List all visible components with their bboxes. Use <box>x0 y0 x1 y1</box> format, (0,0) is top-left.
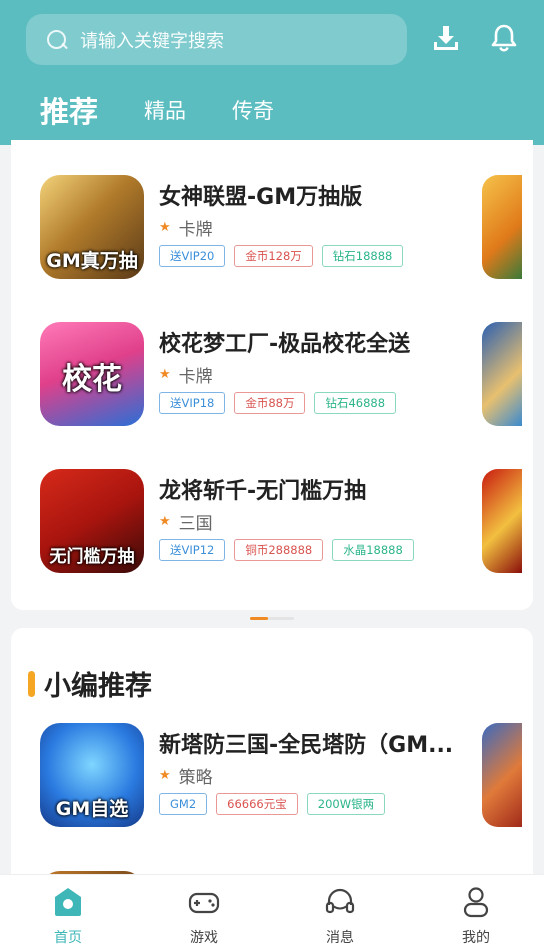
star-icon: ★ <box>159 768 171 783</box>
tag: 200W银两 <box>306 793 386 815</box>
bell-icon[interactable] <box>488 22 520 54</box>
tag: 送VIP18 <box>159 392 226 414</box>
category-tabs: 推荐 精品 传奇 <box>40 90 320 130</box>
tag: 金币88万 <box>234 392 306 414</box>
user-icon <box>463 887 489 918</box>
game-icon: GM真万抽 <box>40 175 144 279</box>
tag: 66666元宝 <box>216 793 298 815</box>
star-icon: ★ <box>159 514 171 529</box>
game-title: 新塔防三国-全民塔防（GM... <box>159 733 454 758</box>
tag: 送VIP12 <box>159 539 226 561</box>
star-icon: ★ <box>159 220 171 235</box>
game-icon: GM自选 <box>40 723 144 827</box>
tag: 水晶18888 <box>332 539 414 561</box>
game-category: ★ 卡牌 <box>159 220 213 240</box>
game-category: ★ 策略 <box>159 768 213 788</box>
page-indicator <box>250 617 294 620</box>
headset-icon <box>325 888 355 914</box>
tab-home[interactable]: 首页 <box>0 875 136 951</box>
search-input[interactable]: 请输入关键字搜索 <box>26 14 407 65</box>
game-item[interactable]: 校花 校花梦工厂-极品校花全送 ★ 卡牌 送VIP18 金币88万 钻石46888 <box>40 322 500 426</box>
next-game-icon[interactable] <box>482 469 522 573</box>
next-game-icon[interactable] <box>482 723 522 827</box>
home-icon <box>55 888 81 916</box>
gamepad-icon <box>188 892 220 914</box>
game-title: 龙将斩千-无门槛万抽 <box>159 479 367 504</box>
search-icon <box>46 29 68 51</box>
tag: 钻石46888 <box>314 392 397 414</box>
next-game-icon[interactable] <box>482 175 522 279</box>
next-game-icon[interactable] <box>482 322 522 426</box>
bottom-tab-bar: 首页 游戏 消息 我的 <box>0 874 544 951</box>
game-category: ★ 卡牌 <box>159 367 213 387</box>
tab-messages[interactable]: 消息 <box>272 875 408 951</box>
tab-games[interactable]: 游戏 <box>136 875 272 951</box>
editor-pick-card: 小编推荐 GM自选 新塔防三国-全民塔防（GM... ★ 策略 GM2 66666… <box>11 628 533 888</box>
game-tags: 送VIP20 金币128万 钻石18888 <box>159 245 412 267</box>
tag: 铜币288888 <box>234 539 324 561</box>
tag: 钻石18888 <box>321 245 404 267</box>
game-item[interactable]: 无门槛万抽 龙将斩千-无门槛万抽 ★ 三国 送VIP12 铜币288888 水晶1… <box>40 469 500 573</box>
header: 请输入关键字搜索 推荐 精品 传奇 <box>0 0 544 145</box>
game-icon: 无门槛万抽 <box>40 469 144 573</box>
tag: 送VIP20 <box>159 245 226 267</box>
tag: 金币128万 <box>234 245 313 267</box>
section-title: 小编推荐 <box>28 664 152 703</box>
game-tags: 送VIP12 铜币288888 水晶18888 <box>159 539 423 561</box>
section-bar <box>28 670 35 697</box>
tab-profile[interactable]: 我的 <box>408 875 544 951</box>
tab-recommend[interactable]: 推荐 <box>40 89 98 131</box>
download-icon[interactable] <box>430 22 462 54</box>
tab-premium[interactable]: 精品 <box>144 95 186 125</box>
tag: GM2 <box>159 793 208 815</box>
game-list-card: GM真万抽 女神联盟-GM万抽版 ★ 卡牌 送VIP20 金币128万 钻石188… <box>11 140 533 610</box>
game-item[interactable]: GM真万抽 女神联盟-GM万抽版 ★ 卡牌 送VIP20 金币128万 钻石188… <box>40 175 500 279</box>
game-icon: 校花 <box>40 322 144 426</box>
game-category: ★ 三国 <box>159 514 213 534</box>
game-title: 女神联盟-GM万抽版 <box>159 185 363 210</box>
game-title: 校花梦工厂-极品校花全送 <box>159 332 411 357</box>
game-tags: GM2 66666元宝 200W银两 <box>159 793 394 815</box>
star-icon: ★ <box>159 367 171 382</box>
tab-legend[interactable]: 传奇 <box>232 95 274 125</box>
page-indicator-active <box>250 617 268 620</box>
game-tags: 送VIP18 金币88万 钻石46888 <box>159 392 405 414</box>
game-item[interactable]: GM自选 新塔防三国-全民塔防（GM... ★ 策略 GM2 66666元宝 20… <box>40 723 500 827</box>
search-placeholder: 请输入关键字搜索 <box>80 30 224 52</box>
